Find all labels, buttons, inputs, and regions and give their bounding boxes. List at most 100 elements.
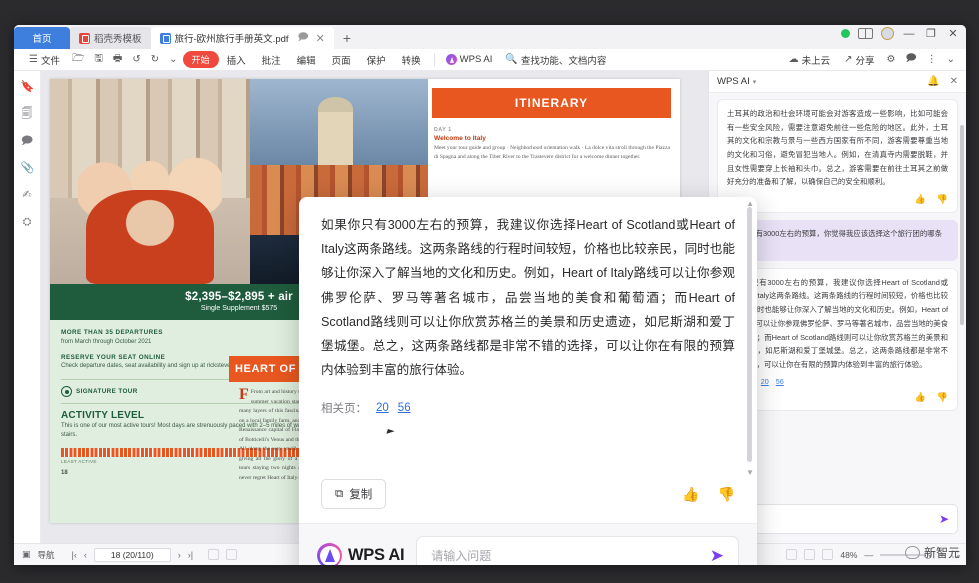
ai-panel-scrollbar[interactable] [960,125,964,325]
zoom-level-label: 48% [840,549,858,560]
send-icon[interactable]: ➤ [710,546,724,566]
share-icon: ↗ [844,54,853,65]
scroll-down-icon[interactable]: ▼ [746,468,754,477]
ribbon-tab-protect[interactable]: 保护 [359,53,394,67]
copy-icon: ⧉ [335,487,344,500]
bell-icon[interactable]: 🔔 [927,76,939,87]
thumbs-down-icon[interactable]: 👎 [937,392,948,403]
ribbon-tab-edit[interactable]: 编辑 [289,53,324,67]
thumbs-up-icon[interactable]: 👍 [915,392,926,403]
ai-message-assistant: 土耳其的政治和社会环境可能会对游客造成一些影响，比如可能会有一些安全风险，需要注… [717,99,958,214]
ai-answer-popup: 如果你只有3000左右的预算，我建议你选择Heart of Scotland或H… [299,197,757,565]
single-page-view-icon[interactable] [786,549,798,560]
popup-answer-text: 如果你只有3000左右的预算，我建议你选择Heart of Scotland或H… [321,218,735,378]
scroll-up-icon[interactable]: ▲ [746,199,754,208]
zoom-out-button[interactable]: — [864,550,873,560]
fit-width-icon[interactable] [226,549,238,560]
thumbs-down-icon[interactable]: 👎 [718,486,735,503]
question-input-placeholder: 请输入问题 [431,549,492,563]
navigation-icon[interactable]: ▣ [22,549,31,560]
settings-icon[interactable]: ⚙ [882,54,901,65]
ai-related-page-1[interactable]: 20 [761,377,769,386]
bookmark-icon[interactable]: 🔖 [21,81,35,94]
minimize-button[interactable]: — [902,28,916,40]
divider [433,53,435,66]
ribbon-tab-page[interactable]: 页面 [324,53,359,67]
cloud-status[interactable]: ☁ 未上云 [782,53,838,67]
folder-open-icon[interactable]: 🗁 [67,51,89,68]
ribbon-tab-convert[interactable]: 转换 [394,53,429,67]
tab-pdf-label: 旅行-欧州旅行手册英文.pdf [174,34,289,45]
page-indicator[interactable]: 18 (20/110) [93,547,171,562]
thumbs-down-icon[interactable]: 👎 [937,194,948,205]
maximize-button[interactable]: ❐ [924,27,938,40]
ribbon-wps-ai-label: WPS AI [459,54,493,65]
wps-ai-brand: WPS AI [317,543,405,565]
comment-icon[interactable]: 🗩 [21,135,34,148]
cloud-status-label: 未上云 [801,55,831,67]
close-icon[interactable]: ✕ [950,76,958,87]
feedback-icon[interactable]: 🗩 [901,51,922,68]
undo-icon[interactable]: ↺ [127,54,145,65]
overflow-icon[interactable]: ⋮ [922,54,942,65]
print-icon[interactable]: 🖶 [108,51,127,68]
prev-page-button[interactable]: ‹ [84,550,87,560]
drop-cap: F [239,386,249,403]
tab-home[interactable]: 首页 [14,27,70,49]
chevron-down-icon[interactable]: ⌄ [942,54,960,65]
popup-related-page-1[interactable]: 20 [376,402,389,414]
avatar[interactable] [881,27,894,40]
file-menu[interactable]: ☰ 文件 [22,53,67,67]
ai-panel-header: WPS AI ▾ 🔔 ✕ [709,71,966,93]
more-icon[interactable]: ⌄ [164,54,182,65]
window-controls: — ❐ ✕ [841,27,960,40]
popup-body: 如果你只有3000左右的预算，我建议你选择Heart of Scotland或H… [299,197,757,479]
ribbon-tab-annotate[interactable]: 批注 [254,53,289,67]
chevron-down-icon[interactable]: ▾ [753,78,757,86]
redo-icon[interactable]: ↻ [146,54,164,65]
tab-close-icon[interactable]: ✕ [316,32,325,45]
day-label: DAY 1 [434,127,452,133]
left-rail: 🔖 🗐 🗩 📎 ✍ ⛭ [14,71,41,543]
continuous-view-icon[interactable] [804,549,816,560]
ribbon-tab-insert[interactable]: 插入 [219,53,254,67]
kids-figure [78,148,223,219]
ai-related-page-2[interactable]: 56 [776,377,784,386]
thumbs-up-icon[interactable]: 👍 [915,194,926,205]
thumbnail-icon[interactable]: 🗐 [21,108,34,121]
ribbon-tab-start[interactable]: 开始 [182,51,219,68]
wps-ai-icon [445,54,457,65]
search-icon: 🔍 [505,54,518,65]
tab-template[interactable]: 稻壳秀模板 [70,27,151,49]
tab-pdf[interactable]: 旅行-欧州旅行手册英文.pdf 🗩 ✕ [150,27,334,49]
share-button[interactable]: ↗ 分享 [837,53,881,67]
tab-comment-icon[interactable]: 🗩 [298,30,309,47]
attachment-icon[interactable]: 📎 [21,162,35,175]
ribbon-wps-ai-button[interactable]: WPS AI [440,54,499,65]
itinerary-banner: ITINERARY [432,88,671,118]
stamp-icon[interactable]: ✍ [21,189,34,202]
first-page-button[interactable]: |‹ [72,550,77,560]
send-icon[interactable]: ➤ [939,512,949,526]
split-view-icon[interactable] [858,28,873,39]
close-button[interactable]: ✕ [946,27,960,40]
next-page-button[interactable]: › [178,550,181,560]
search-box[interactable]: 🔍 查找功能、文档内容 [498,53,613,67]
status-dot-icon [841,29,850,38]
navigation-label: 导航 [37,549,55,560]
facing-view-icon[interactable] [822,549,834,560]
tab-home-label: 首页 [32,34,52,45]
popup-related-page-2[interactable]: 56 [398,402,411,414]
tab-bar: 首页 稻壳秀模板 旅行-欧州旅行手册英文.pdf 🗩 ✕ + — ❐ ✕ [14,25,966,49]
fit-page-icon[interactable] [208,549,220,560]
copy-button[interactable]: ⧉ 复制 [321,479,387,509]
pdf-blue-icon [159,32,171,44]
signature-icon[interactable]: ⛭ [21,216,34,229]
new-tab-button[interactable]: + [334,27,360,49]
popup-scrollbar[interactable] [747,207,752,462]
question-input[interactable]: 请输入问题 ➤ [416,535,739,566]
thumbs-up-icon[interactable]: 👍 [682,486,699,503]
save-icon[interactable]: 🖫 [89,51,108,68]
last-page-button[interactable]: ›| [188,550,193,560]
ai-message-text-2: 如果你只有3000左右的预算，我建议你选择Heart of Scotland或H… [727,277,948,369]
